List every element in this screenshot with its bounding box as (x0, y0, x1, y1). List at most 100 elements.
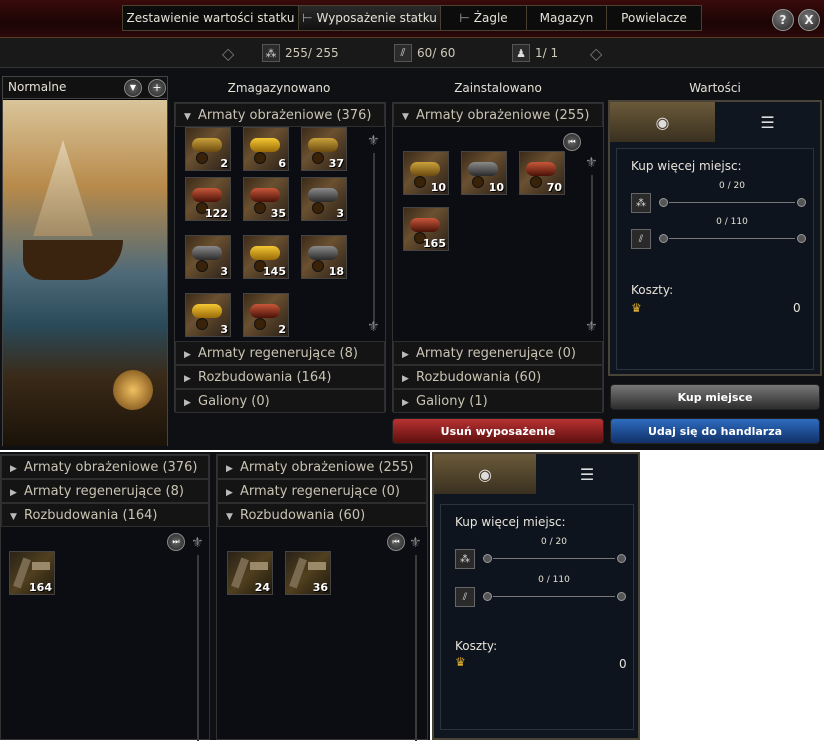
planks-icon: ⫽ (455, 587, 475, 607)
cannon-item[interactable]: 10 (461, 151, 507, 195)
remove-equipment-button[interactable]: Usuń wyposażenie (392, 418, 604, 444)
tab-sails[interactable]: ⊢ Żagle (441, 6, 527, 30)
cannon-item[interactable]: 70 (519, 151, 565, 195)
plus-icon[interactable] (617, 554, 626, 563)
chevron-down-icon[interactable]: ▼ (124, 79, 142, 97)
installed-header: Zainstalowano (454, 81, 542, 95)
cannon-item[interactable]: 3 (301, 177, 347, 221)
triangle-right-icon: ▶ (184, 374, 191, 384)
eye-icon[interactable]: ◉ (610, 102, 715, 142)
lower-values-tabs: ◉ ☰ (434, 454, 638, 494)
upgrade-item[interactable]: 164 (9, 551, 55, 595)
lower-values-panel: ◉ ☰ Kup więcej miejsc: ⁂ 0 / 20 ⫽ 0 / 11… (432, 452, 640, 740)
lower-area: ▶ Armaty obrażeniowe (376) ▶ Armaty regene… (0, 452, 430, 741)
list-icon[interactable]: ☰ (715, 102, 820, 142)
hull-shape (23, 240, 123, 280)
scroll-ornament-icon: ⚜ (367, 133, 380, 149)
cannonball-icon: ⁂ (455, 549, 475, 569)
help-button[interactable]: ? (772, 9, 794, 31)
tab-duplicators[interactable]: Powielacze (607, 6, 701, 30)
cannon-item[interactable]: 35 (243, 177, 289, 221)
scroll-ornament-icon: ⚜ (409, 535, 422, 551)
cannon-item[interactable]: 2 (243, 293, 289, 337)
tab-ship-equipment[interactable]: ⊢ Wyposażenie statku (299, 6, 441, 30)
scroll-ornament-icon: ⚜ (367, 319, 380, 335)
stored-category-expanded[interactable]: ▼ Armaty obrażeniowe (376) (175, 103, 385, 127)
cannonball-icon: ⁂ (631, 193, 651, 213)
marker-icon: ⊢ (459, 11, 470, 25)
triangle-down-icon: ▼ (226, 512, 233, 522)
cannon-item[interactable]: 18 (301, 235, 347, 279)
buy-slot-button[interactable]: Kup miejsce (610, 384, 820, 410)
lower-installed-scrollbar[interactable] (415, 555, 417, 741)
ship-selector: Normalne ▼ + (3, 77, 167, 99)
add-button[interactable]: + (148, 79, 166, 97)
buy-slots-box: Kup więcej miejsc: ⁂ 0 / 20 ⫽ 0 / 110 Ko… (616, 148, 814, 370)
upgrade-item[interactable]: 36 (285, 551, 331, 595)
plus-icon[interactable] (797, 234, 806, 243)
costs-label: Koszty: (455, 639, 498, 653)
slots-stat: ⁂ 255/ 255 (262, 43, 339, 63)
cannon-item[interactable]: 122 (185, 177, 231, 221)
cannon-slots-slider[interactable]: ⁂ 0 / 20 (455, 537, 627, 569)
triangle-right-icon: ▶ (402, 374, 409, 384)
cannon-item[interactable]: 10 (403, 151, 449, 195)
upgrade-slots-slider[interactable]: ⫽ 0 / 110 (455, 575, 627, 607)
tab-ship-summary[interactable]: Zestawienie wartości statku (123, 6, 299, 30)
buy-more-label: Kup więcej miejsc: (455, 515, 566, 529)
minus-icon[interactable] (483, 554, 492, 563)
lower-stored-scrollbar[interactable] (197, 555, 199, 741)
eye-icon[interactable]: ◉ (434, 454, 536, 494)
rewind-icon[interactable]: ⏮ (387, 533, 405, 551)
plus-icon[interactable] (617, 592, 626, 601)
cannon-item[interactable]: 3 (185, 293, 231, 337)
lower-stored-category-expanded[interactable]: ▼ Rozbudowania (164) (1, 503, 209, 527)
cannon-item[interactable]: 3 (185, 235, 231, 279)
go-to-trader-button[interactable]: Udaj się do handlarza (610, 418, 820, 444)
triangle-right-icon: ▶ (226, 488, 233, 498)
tab-storage[interactable]: Magazyn (527, 6, 607, 30)
plus-icon[interactable] (797, 198, 806, 207)
installed-category-expanded[interactable]: ▼ Armaty obrażeniowe (255) (393, 103, 603, 127)
upgrade-item[interactable]: 24 (227, 551, 273, 595)
installed-category[interactable]: ▶ Rozbudowania (60) (393, 365, 603, 389)
planks-icon: ⫽ (631, 229, 651, 249)
top-bar: Zestawienie wartości statku ⊢ Wyposażenie… (0, 0, 824, 38)
buy-more-label: Kup więcej miejsc: (631, 159, 742, 173)
cannon-item[interactable]: 2 (185, 127, 231, 171)
stored-category[interactable]: ▶ Rozbudowania (164) (175, 365, 385, 389)
rewind-icon[interactable]: ⏮ (563, 133, 581, 151)
close-button[interactable]: X (798, 9, 820, 31)
lower-stored-category[interactable]: ▶ Armaty obrażeniowe (376) (1, 455, 209, 479)
fast-forward-icon[interactable]: ⏭ (167, 533, 185, 551)
stored-category[interactable]: ▶ Armaty regenerujące (8) (175, 341, 385, 365)
cannon-item[interactable]: 145 (243, 235, 289, 279)
stored-scrollbar[interactable]: ⚜ ⚜ (367, 133, 381, 335)
minus-icon[interactable] (659, 198, 668, 207)
figurehead-icon: ♟ (512, 44, 530, 62)
installed-category[interactable]: ▶ Armaty regenerujące (0) (393, 341, 603, 365)
cannon-slots-slider[interactable]: ⁂ 0 / 20 (631, 181, 807, 213)
stored-category[interactable]: ▶ Galiony (0) (175, 389, 385, 413)
costs-label: Koszty: (631, 283, 674, 297)
costs-value: 0 (619, 657, 627, 671)
lower-installed-category[interactable]: ▶ Armaty obrażeniowe (255) (217, 455, 427, 479)
lower-installed-category-expanded[interactable]: ▼ Rozbudowania (60) (217, 503, 427, 527)
lower-installed-category[interactable]: ▶ Armaty regenerujące (0) (217, 479, 427, 503)
scroll-ornament-icon: ⚜ (585, 155, 598, 171)
installed-scrollbar[interactable]: ⚜ ⚜ (585, 155, 599, 335)
cannonball-icon: ⁂ (262, 44, 280, 62)
marker-icon: ⊢ (302, 11, 313, 25)
installed-category[interactable]: ▶ Galiony (1) (393, 389, 603, 413)
cannon-item[interactable]: 165 (403, 207, 449, 251)
upgrade-slots-slider[interactable]: ⫽ 0 / 110 (631, 217, 807, 249)
cannon-item[interactable]: 37 (301, 127, 347, 171)
lower-stored-category[interactable]: ▶ Armaty regenerujące (8) (1, 479, 209, 503)
scroll-ornament-icon: ⚜ (191, 535, 204, 551)
stored-panel: ▼ Armaty obrażeniowe (376) 2 6 37 122 35 … (174, 102, 386, 413)
minus-icon[interactable] (659, 234, 668, 243)
cannon-item[interactable]: 6 (243, 127, 289, 171)
list-icon[interactable]: ☰ (536, 454, 638, 494)
crown-icon: ♛ (455, 655, 466, 669)
minus-icon[interactable] (483, 592, 492, 601)
